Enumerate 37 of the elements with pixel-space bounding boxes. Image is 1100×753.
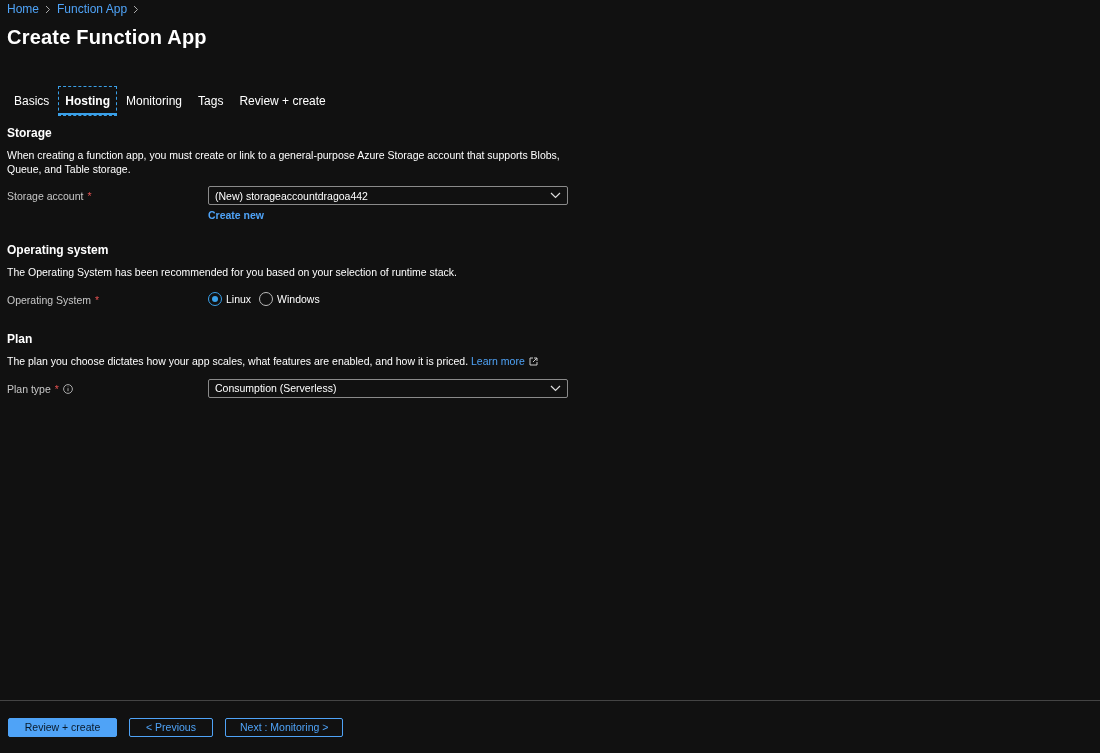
tab[interactable]: Tags bbox=[191, 86, 231, 116]
radio-option[interactable]: Windows bbox=[259, 291, 320, 306]
section-heading: Plan bbox=[7, 331, 34, 346]
chevron-right-icon bbox=[133, 4, 140, 14]
section-description: The Operating System has been recommended for you based on your selection of runtime stack. bbox=[7, 266, 458, 280]
required-mark: * bbox=[95, 293, 100, 306]
radio-option[interactable]: Linux bbox=[208, 291, 252, 306]
chevron-right-icon bbox=[45, 4, 51, 14]
learn-more-link[interactable]: Learn more bbox=[471, 354, 538, 369]
breadcrumb-link[interactable]: Function App bbox=[57, 2, 128, 16]
section-description: The plan you choose dictates how your app scales, what features are enabled, and how it is priced. Learn more bbox=[7, 354, 587, 369]
field-label: Operating System bbox=[7, 293, 92, 306]
info-icon[interactable] bbox=[62, 383, 73, 394]
chevron-down-icon bbox=[550, 192, 561, 200]
dropdown[interactable]: Consumption (Serverless) bbox=[208, 378, 568, 398]
footer-button[interactable]: < Previous bbox=[129, 717, 213, 737]
section-heading: Operating system bbox=[7, 243, 110, 258]
tab[interactable]: Basics bbox=[7, 86, 57, 116]
footer-button[interactable]: Next : Monitoring > bbox=[225, 717, 344, 737]
required-mark: * bbox=[54, 382, 59, 395]
field-label: Storage account bbox=[7, 190, 84, 203]
breadcrumb-link[interactable]: Home bbox=[7, 2, 39, 16]
radio-label: Windows bbox=[277, 292, 320, 305]
tab[interactable]: Review + create bbox=[232, 86, 333, 116]
page-title: Create Function App bbox=[7, 26, 208, 49]
tab[interactable]: Monitoring bbox=[119, 86, 190, 116]
field-label: Plan type bbox=[7, 382, 51, 395]
required-mark: * bbox=[87, 190, 92, 203]
tab[interactable]: Hosting bbox=[58, 86, 117, 116]
create-new-link[interactable]: Create new bbox=[208, 209, 568, 222]
dropdown[interactable]: (New) storageaccountdragoa442 bbox=[208, 186, 568, 206]
chevron-down-icon bbox=[550, 384, 561, 392]
section-description: When creating a function app, you must create or link to a general-purpose Azure Storage account that supports Blobs, Queue, and Table storage. bbox=[7, 149, 561, 177]
section-heading: Storage bbox=[7, 126, 53, 140]
external-link-icon bbox=[528, 357, 538, 367]
footer-button[interactable]: Review + create bbox=[8, 717, 117, 737]
radio-label: Linux bbox=[226, 292, 252, 305]
